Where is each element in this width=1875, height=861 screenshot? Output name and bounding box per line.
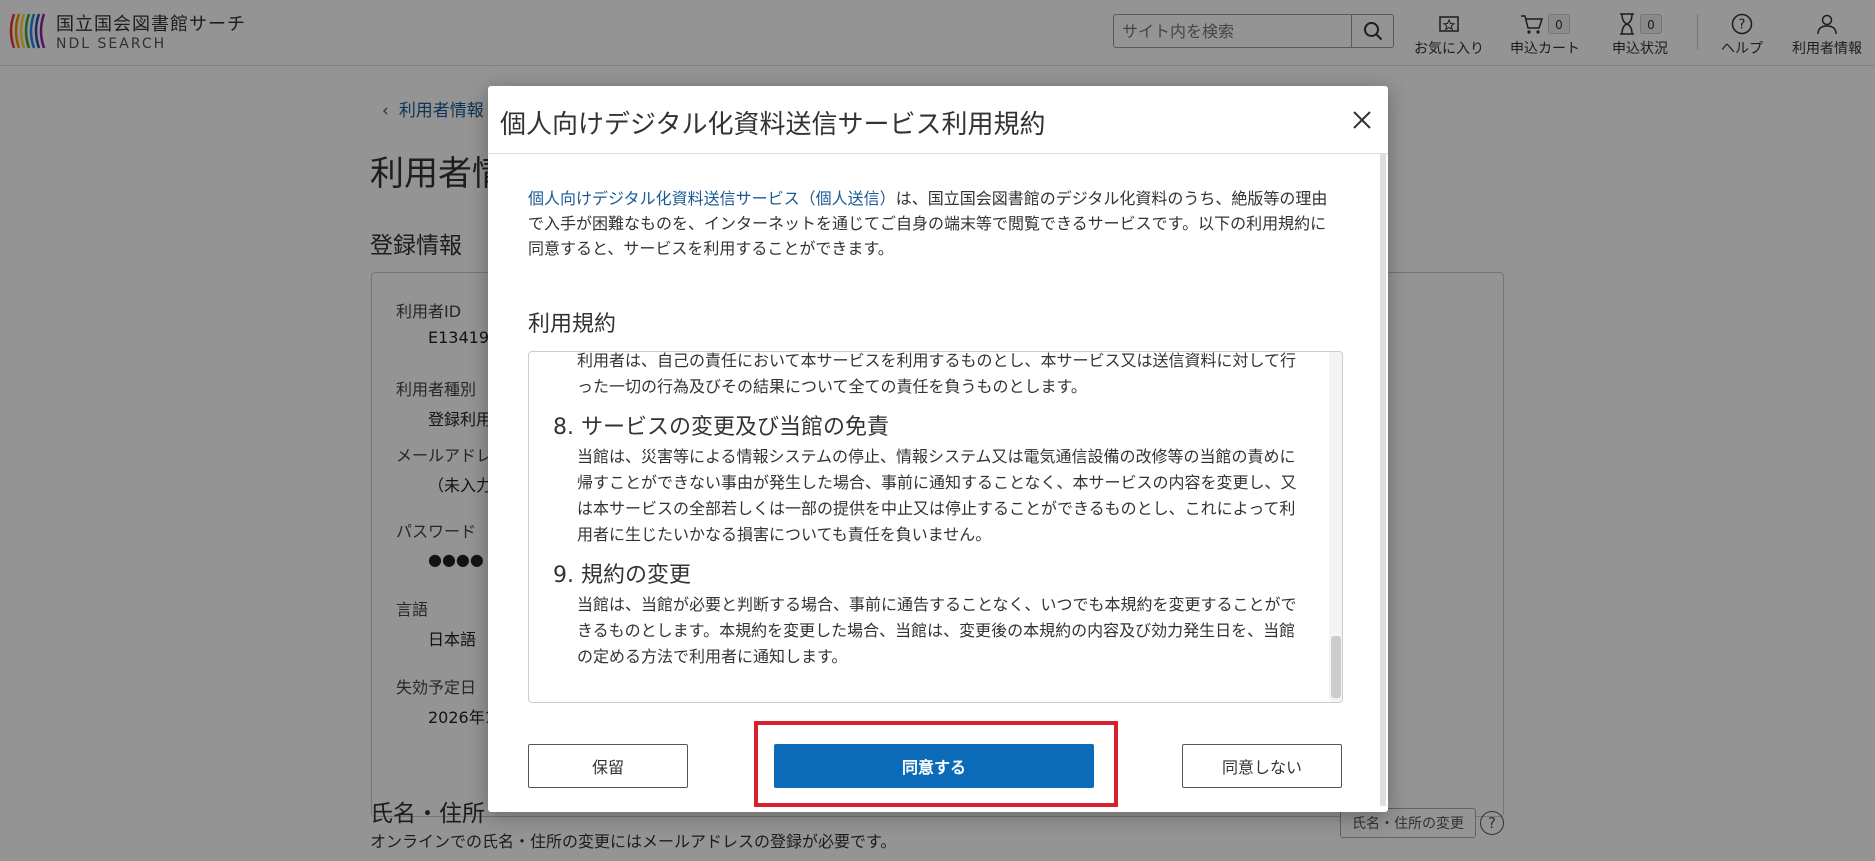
terms-scrollbar[interactable] [1329,352,1342,702]
terms-modal: 個人向けデジタル化資料送信サービス利用規約 個人向けデジタル化資料送信サービス（… [488,86,1388,812]
terms-title: 利用規約 [528,312,617,337]
hold-button[interactable]: 保留 [528,744,688,788]
modal-title: 個人向けデジタル化資料送信サービス利用規約 [500,110,1046,140]
terms-line: きるものとします。本規約を変更した場合、当館は、変更後の本規約の内容及び効力発生… [577,621,1296,640]
terms-scrollbar-thumb[interactable] [1331,636,1341,698]
modal-scrollbar-thumb[interactable] [1380,154,1386,806]
terms-line: 帰すことができない事由が発生した場合、事前に通知することなく、本サービスの内容を… [577,473,1297,492]
terms-line: 当館は、災害等による情報システムの停止、情報システム又は電気通信設備の改修等の当… [577,447,1296,466]
terms-line: 利用者は、自己の責任において本サービスを利用するものとし、本サービス又は送信資料… [577,351,1297,370]
service-link[interactable]: 個人向けデジタル化資料送信サービス（個人送信） [528,189,896,208]
terms-section-heading: 8. サービスの変更及び当館の免責 [553,415,889,440]
terms-line: 当館は、当館が必要と判断する場合、事前に通告することなく、いつでも本規約を変更す… [577,595,1297,614]
modal-header: 個人向けデジタル化資料送信サービス利用規約 [488,86,1388,154]
terms-line: は本サービスの全部若しくは一部の提供を中止又は停止することができるものとし、これ… [577,499,1296,518]
terms-scroll-box[interactable]: 利用者は、自己の責任において本サービスを利用するものとし、本サービス又は送信資料… [528,351,1343,703]
terms-line: 用者に生じたいかなる損害についても責任を負いません。 [577,525,992,544]
terms-content: 利用者は、自己の責任において本サービスを利用するものとし、本サービス又は送信資料… [553,351,1310,670]
modal-scrollbar[interactable] [1380,154,1386,806]
close-icon[interactable] [1350,108,1374,132]
agree-highlight-box [754,721,1118,807]
service-intro: 個人向けデジタル化資料送信サービス（個人送信）は、国立国会図書館のデジタル化資料… [528,186,1336,261]
terms-line: の定める方法で利用者に通知します。 [577,647,848,666]
disagree-button[interactable]: 同意しない [1182,744,1342,788]
terms-line: った一切の行為及びその結果について全ての責任を負うものとします。 [577,377,1087,396]
terms-section-heading: 9. 規約の変更 [553,563,691,588]
